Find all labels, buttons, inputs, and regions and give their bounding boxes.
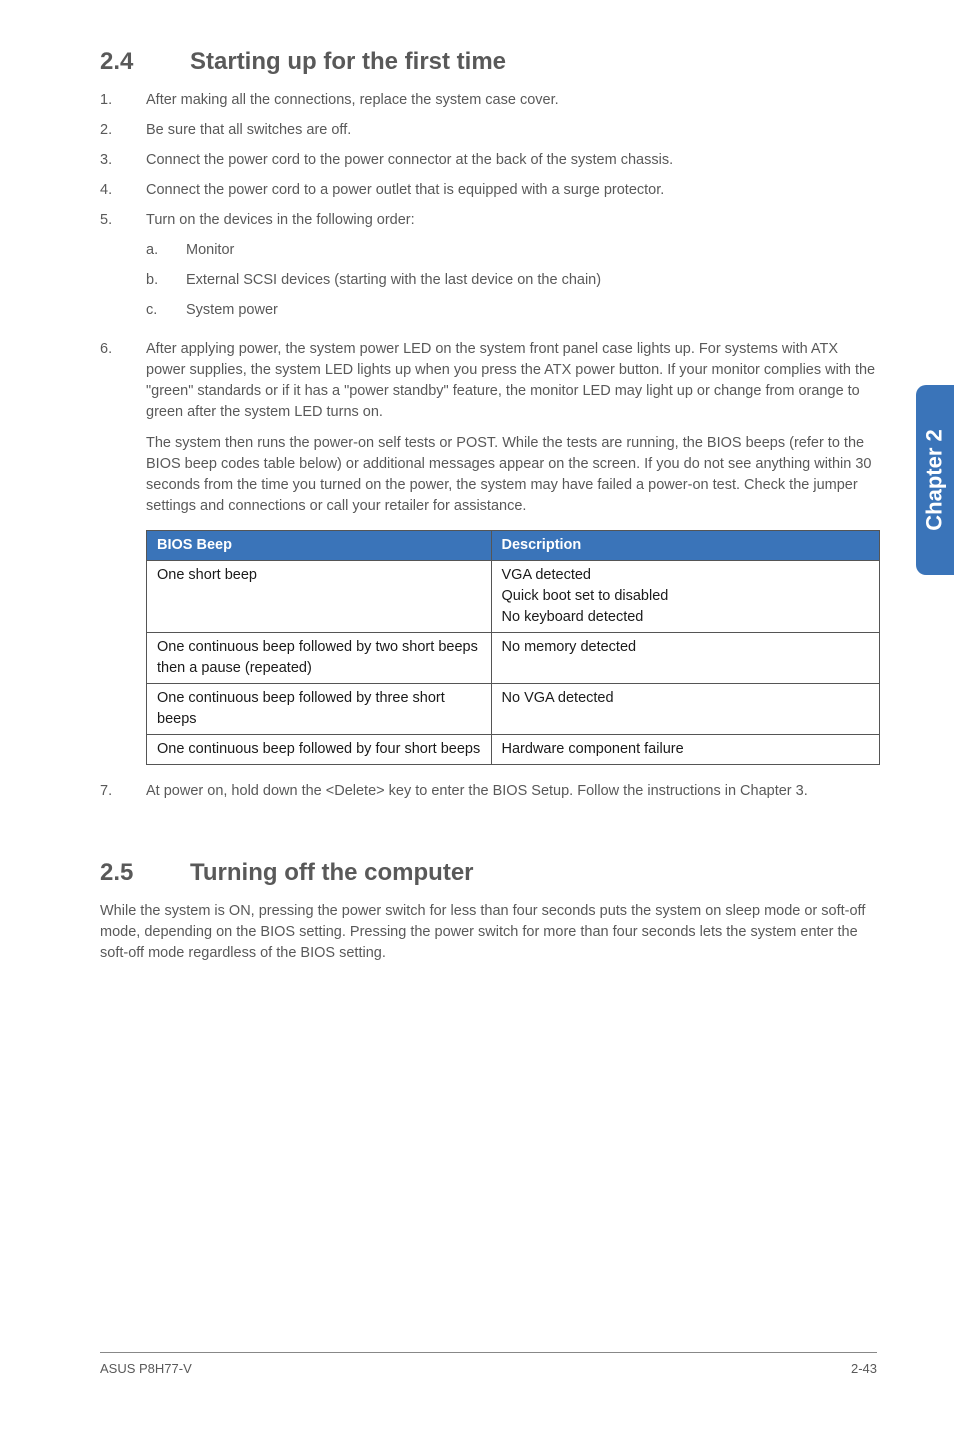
cell-description: VGA detected Quick boot set to disabled … (491, 561, 880, 633)
step-number: 5. (100, 210, 146, 330)
sub-text: External SCSI devices (starting with the… (186, 270, 601, 291)
table-row: One continuous beep followed by four sho… (147, 735, 880, 765)
section-2-5-body: While the system is ON, pressing the pow… (100, 901, 880, 964)
page-content: 2.4Starting up for the first time 1. Aft… (100, 48, 880, 964)
footer-left: ASUS P8H77-V (100, 1361, 192, 1376)
section-2-5-heading: 2.5Turning off the computer (100, 859, 880, 887)
desc-line: Quick boot set to disabled (502, 586, 870, 607)
chapter-side-tab: Chapter 2 (916, 385, 954, 575)
cell-description: No VGA detected (491, 684, 880, 735)
step-text: At power on, hold down the <Delete> key … (146, 781, 880, 802)
chapter-side-tab-label: Chapter 2 (922, 429, 948, 530)
list-item: c. System power (146, 300, 880, 321)
section-2-5-number: 2.5 (100, 859, 190, 887)
footer-right: 2-43 (851, 1361, 877, 1376)
step-text: After applying power, the system power L… (146, 339, 880, 765)
cell-beep: One continuous beep followed by four sho… (147, 735, 492, 765)
sub-letter: a. (146, 240, 186, 261)
table-row: One short beep VGA detected Quick boot s… (147, 561, 880, 633)
table-header-beep: BIOS Beep (147, 531, 492, 561)
list-item: 6. After applying power, the system powe… (100, 339, 880, 765)
step-text: Connect the power cord to the power conn… (146, 150, 880, 171)
step-text: Turn on the devices in the following ord… (146, 210, 880, 330)
cell-beep: One continuous beep followed by three sh… (147, 684, 492, 735)
step-number: 2. (100, 120, 146, 141)
step-number: 4. (100, 180, 146, 201)
list-item: 1. After making all the connections, rep… (100, 90, 880, 111)
section-2-4-number: 2.4 (100, 48, 190, 76)
startup-steps-list: 1. After making all the connections, rep… (100, 90, 880, 802)
section-2-5-title: Turning off the computer (190, 859, 474, 886)
step-6-para-2: The system then runs the power-on self t… (146, 433, 880, 517)
table-row: One continuous beep followed by three sh… (147, 684, 880, 735)
list-item: 4. Connect the power cord to a power out… (100, 180, 880, 201)
step-number: 7. (100, 781, 146, 802)
section-2-4-heading: 2.4Starting up for the first time (100, 48, 880, 76)
desc-line: No keyboard detected (502, 607, 870, 628)
cell-description: No memory detected (491, 633, 880, 684)
sub-letter: c. (146, 300, 186, 321)
step-number: 1. (100, 90, 146, 111)
sub-text: Monitor (186, 240, 234, 261)
step-text: After making all the connections, replac… (146, 90, 880, 111)
sub-text: System power (186, 300, 278, 321)
page-footer: ASUS P8H77-V 2-43 (100, 1352, 877, 1376)
cell-description: Hardware component failure (491, 735, 880, 765)
step-number: 6. (100, 339, 146, 765)
section-2-4-title: Starting up for the first time (190, 48, 506, 75)
step-6-para-1: After applying power, the system power L… (146, 341, 875, 420)
device-order-sublist: a. Monitor b. External SCSI devices (sta… (146, 240, 880, 321)
list-item: 2. Be sure that all switches are off. (100, 120, 880, 141)
desc-line: VGA detected (502, 565, 870, 586)
step-number: 3. (100, 150, 146, 171)
table-header-description: Description (491, 531, 880, 561)
step-text: Connect the power cord to a power outlet… (146, 180, 880, 201)
table-row: One continuous beep followed by two shor… (147, 633, 880, 684)
cell-beep: One short beep (147, 561, 492, 633)
list-item: 7. At power on, hold down the <Delete> k… (100, 781, 880, 802)
list-item: 5. Turn on the devices in the following … (100, 210, 880, 330)
cell-beep: One continuous beep followed by two shor… (147, 633, 492, 684)
sub-letter: b. (146, 270, 186, 291)
step-text: Be sure that all switches are off. (146, 120, 880, 141)
list-item: 3. Connect the power cord to the power c… (100, 150, 880, 171)
list-item: b. External SCSI devices (starting with … (146, 270, 880, 291)
list-item: a. Monitor (146, 240, 880, 261)
step-5-intro: Turn on the devices in the following ord… (146, 212, 415, 228)
bios-beep-table: BIOS Beep Description One short beep VGA… (146, 530, 880, 765)
